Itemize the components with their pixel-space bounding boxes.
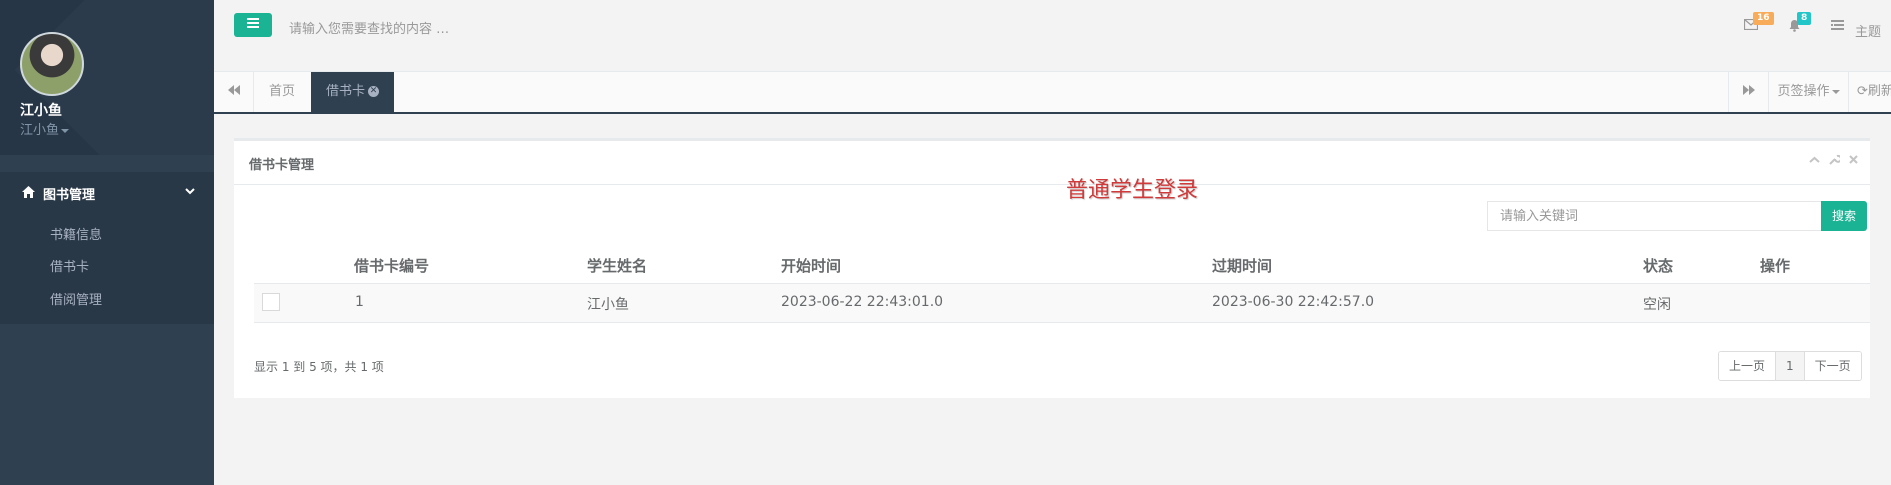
- keyword-search-input[interactable]: [1487, 201, 1822, 231]
- column-header-start-time[interactable]: 开始时间: [781, 255, 841, 276]
- search-button[interactable]: 搜索: [1821, 201, 1867, 231]
- collapse-icon[interactable]: [1809, 154, 1820, 168]
- tab-scroll-right-button[interactable]: [1728, 72, 1768, 112]
- sidebar: 江小鱼 江小鱼 图书管理 书籍信息 借书卡 借阅管理: [0, 0, 214, 485]
- table-header: 借书卡编号 学生姓名 开始时间 过期时间 状态 操作: [254, 242, 1870, 284]
- cell-card-id: 1: [355, 294, 364, 310]
- panel-tools: [1809, 154, 1858, 168]
- tab-home[interactable]: 首页: [254, 72, 310, 112]
- panel-divider: [234, 184, 1870, 185]
- tab-label: 借书卡: [326, 84, 366, 99]
- theme-icon[interactable]: [1831, 20, 1844, 35]
- login-role-label: 普通学生登录: [1066, 178, 1199, 203]
- avatar[interactable]: [20, 32, 84, 96]
- row-checkbox[interactable]: [262, 293, 280, 311]
- top-navbar: 16 8 主题: [214, 0, 1891, 72]
- tab-scroll-left-button[interactable]: [214, 72, 254, 112]
- column-header-status[interactable]: 状态: [1643, 255, 1673, 276]
- cell-expire-time: 2023-06-30 22:42:57.0: [1212, 294, 1375, 310]
- double-chevron-left-icon: [227, 85, 240, 95]
- chevron-down-icon[interactable]: [185, 185, 195, 198]
- profile-area: 江小鱼 江小鱼: [0, 0, 214, 155]
- next-page-button[interactable]: 下一页: [1804, 352, 1861, 380]
- page-number-button[interactable]: 1: [1776, 352, 1805, 380]
- tab-bar: 首页 借书卡 ✕ 页签操作 ⟳刷新: [214, 72, 1891, 114]
- refresh-tab-button[interactable]: ⟳刷新: [1848, 72, 1891, 112]
- user-menu-toggle[interactable]: 江小鱼: [20, 119, 70, 138]
- sidebar-item-book-info[interactable]: 书籍信息: [50, 224, 102, 243]
- prev-page-button[interactable]: 上一页: [1719, 352, 1777, 380]
- tab-operations-label: 页签操作: [1777, 84, 1830, 99]
- theme-button[interactable]: 主题: [1855, 21, 1881, 40]
- cell-student-name: 江小鱼: [587, 297, 629, 313]
- home-icon: [22, 185, 35, 202]
- table-row[interactable]: 1 江小鱼 2023-06-22 22:43:01.0 2023-06-30 2…: [254, 284, 1870, 323]
- cell-start-time: 2023-06-22 22:43:01.0: [781, 294, 944, 310]
- sidebar-item-borrow-management[interactable]: 借阅管理: [50, 289, 102, 308]
- menu-toggle-button[interactable]: [234, 13, 272, 37]
- caret-down-icon: [1831, 89, 1840, 94]
- panel-title: 借书卡管理: [249, 158, 315, 173]
- notifications-button[interactable]: 8: [1788, 12, 1812, 36]
- column-header-student-name[interactable]: 学生姓名: [587, 255, 647, 276]
- caret-down-icon: [61, 128, 70, 133]
- pagination: 上一页 1 下一页: [1718, 351, 1862, 381]
- close-icon[interactable]: ✕: [368, 86, 380, 97]
- user-name: 江小鱼: [20, 103, 62, 119]
- tab-operations-dropdown[interactable]: 页签操作: [1768, 72, 1848, 112]
- cell-status: 空闲: [1643, 297, 1671, 313]
- double-chevron-right-icon: [1742, 85, 1755, 95]
- wrench-icon[interactable]: [1829, 154, 1842, 168]
- close-icon[interactable]: [1849, 154, 1858, 168]
- notifications-badge: 8: [1797, 12, 1812, 25]
- column-header-expire-time[interactable]: 过期时间: [1212, 255, 1272, 276]
- refresh-icon: ⟳: [1857, 84, 1868, 99]
- pagination-info: 显示 1 到 5 项，共 1 项: [254, 360, 384, 374]
- user-role: 江小鱼: [20, 123, 60, 138]
- sidebar-group-book-management[interactable]: 图书管理: [22, 184, 95, 203]
- global-search-input[interactable]: [289, 14, 589, 44]
- column-header-card-id[interactable]: 借书卡编号: [354, 255, 429, 276]
- sidebar-group-label: 图书管理: [43, 188, 96, 203]
- messages-button[interactable]: 16: [1743, 12, 1774, 34]
- refresh-label: 刷新: [1867, 84, 1891, 99]
- column-header-actions: 操作: [1760, 257, 1791, 275]
- sidebar-item-library-card[interactable]: 借书卡: [50, 256, 89, 275]
- messages-badge: 16: [1753, 12, 1774, 25]
- library-card-panel: 借书卡管理 普通学生登录 搜索 借书卡编号 学生姓名 开始时间 过期时间 状态 …: [234, 138, 1870, 398]
- tab-library-card[interactable]: 借书卡 ✕: [311, 72, 395, 112]
